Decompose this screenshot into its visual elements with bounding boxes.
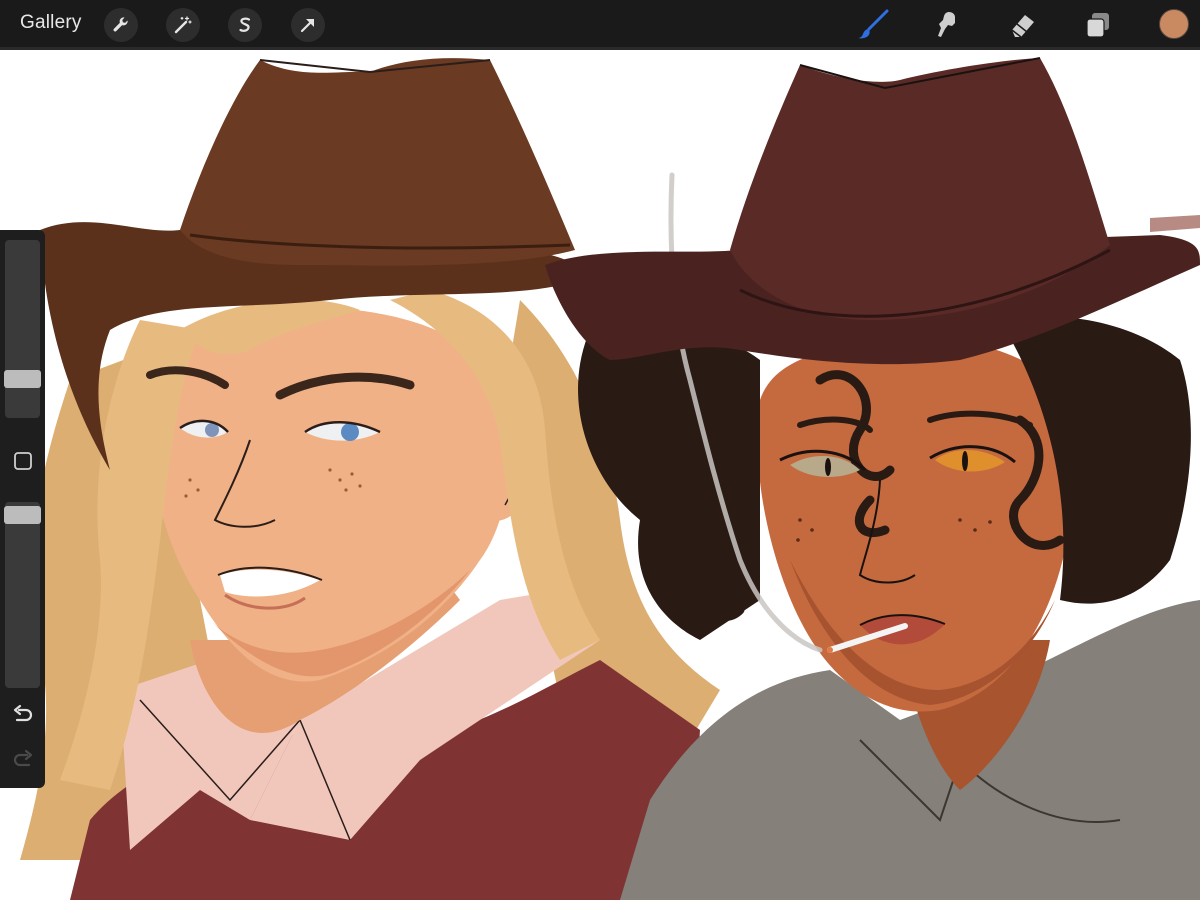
artwork-illustration [20, 57, 1200, 900]
color-picker-swatch[interactable] [1159, 9, 1189, 39]
opacity-slider-thumb[interactable] [4, 506, 41, 524]
drawing-canvas[interactable] [0, 53, 1200, 900]
layers-icon [1086, 13, 1109, 38]
smudge-tool-button[interactable] [927, 6, 967, 44]
undo-button[interactable] [6, 700, 39, 730]
smudge-icon [938, 12, 955, 37]
selection-s-icon [239, 17, 251, 32]
gallery-button[interactable]: Gallery [20, 12, 82, 34]
brush-tool-button[interactable] [853, 6, 893, 44]
actions-button[interactable] [104, 8, 138, 42]
redo-icon [13, 749, 32, 767]
side-toolbar [0, 230, 45, 788]
modify-button[interactable] [6, 446, 39, 476]
eraser-icon [1011, 15, 1034, 38]
selection-button[interactable] [228, 8, 262, 42]
eraser-tool-button[interactable] [1002, 6, 1042, 44]
redo-button[interactable] [6, 745, 39, 775]
brush-size-slider[interactable] [5, 240, 40, 418]
adjustments-button[interactable] [166, 8, 200, 42]
brush-size-slider-thumb[interactable] [4, 370, 41, 388]
top-toolbar: Gallery [0, 0, 1200, 50]
undo-icon [13, 704, 32, 722]
wrench-icon [113, 17, 128, 32]
transform-arrow-icon [300, 18, 315, 33]
transform-button[interactable] [291, 8, 325, 42]
magic-wand-icon [174, 16, 192, 34]
brush-icon [858, 9, 889, 39]
layers-button[interactable] [1078, 6, 1118, 44]
opacity-slider[interactable] [5, 502, 40, 688]
square-icon [13, 452, 32, 470]
